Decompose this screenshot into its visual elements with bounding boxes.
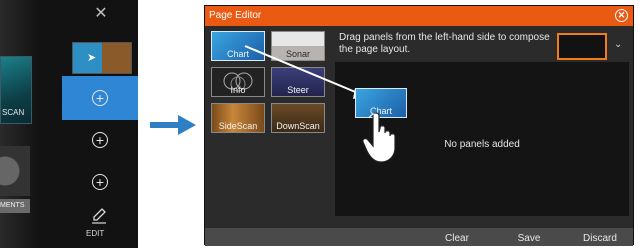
panel-sonar[interactable]: Sonar [271, 31, 325, 61]
plus-icon[interactable]: + [92, 132, 108, 148]
plus-icon[interactable]: + [92, 174, 108, 190]
boat-arrow-icon: ➤ [87, 52, 97, 64]
panel-label: Chart [226, 49, 249, 59]
plus-icon[interactable]: + [92, 90, 108, 106]
clear-button[interactable]: Clear [431, 232, 483, 246]
dialog-footer [205, 228, 633, 246]
panel-label: Info [230, 85, 246, 95]
close-icon[interactable]: ✕ [93, 6, 109, 22]
split-page-thumbnail[interactable]: ➤ [72, 42, 132, 74]
panel-sidescan[interactable]: SideScan [211, 103, 265, 133]
panel-label: SideScan [218, 121, 258, 131]
hand-pointer-icon [362, 112, 396, 163]
pencil-icon[interactable] [91, 206, 107, 224]
page-editor-dialog: Page Editor ✕ Chart Sonar Info Steer Sid… [204, 5, 634, 246]
panel-downscan[interactable]: DownScan [271, 103, 325, 133]
instruments-page-tile[interactable] [0, 146, 30, 196]
panel-label: DownScan [276, 121, 320, 131]
panel-info[interactable]: Info [211, 67, 265, 97]
selected-empty-slot[interactable]: + [62, 76, 138, 120]
device-screen: SCAN MENTS ✕ ➤ + + + EDIT [0, 0, 138, 248]
edit-button-label[interactable]: EDIT [86, 229, 104, 238]
arrow-right-icon [150, 115, 196, 135]
close-icon[interactable]: ✕ [615, 9, 628, 22]
panel-label: Sonar [285, 49, 311, 59]
chevron-down-icon[interactable]: ⌄ [614, 40, 624, 50]
layout-preview[interactable] [557, 33, 607, 60]
instruction-text: Drag panels from the left-hand side to c… [339, 32, 550, 55]
instruments-page-tile-label: MENTS [0, 199, 30, 213]
discard-button[interactable]: Discard [573, 232, 627, 246]
dialog-title: Page Editor [209, 10, 262, 21]
sonar-page-tile-label: SCAN [2, 108, 25, 117]
dialog-title-bar [205, 6, 633, 26]
panel-chart[interactable]: Chart [211, 31, 265, 61]
save-button[interactable]: Save [503, 232, 555, 246]
panel-steer[interactable]: Steer [271, 67, 325, 97]
panel-label: Steer [287, 85, 309, 95]
